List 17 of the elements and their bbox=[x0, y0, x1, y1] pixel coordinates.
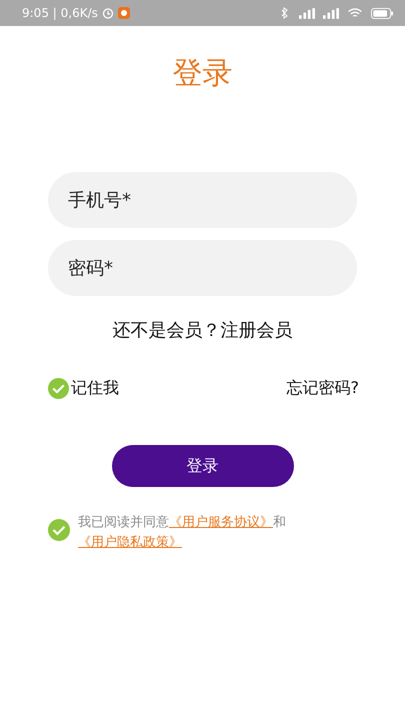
wifi-icon bbox=[347, 8, 363, 18]
signal-icon bbox=[299, 8, 315, 18]
alarm-icon bbox=[102, 7, 114, 19]
signal-icon bbox=[323, 8, 339, 18]
checkbox[interactable] bbox=[48, 519, 70, 541]
input-field[interactable]: 手机号* bbox=[48, 172, 357, 228]
login-button[interactable]: 登录 bbox=[112, 445, 294, 487]
app-icon bbox=[118, 7, 130, 19]
status-time-and-speed: 9:05 | 0,6K/s bbox=[22, 6, 98, 20]
register-link[interactable]: 还不是会员？注册会员 bbox=[0, 318, 405, 342]
agreement-text: 我已阅读并同意《用户服务协议》和 《用户隐私政策》 bbox=[78, 514, 287, 552]
input-field[interactable]: 密码* bbox=[48, 240, 357, 296]
page-title: 登录 bbox=[172, 55, 234, 93]
battery-icon bbox=[371, 8, 393, 18]
checkbox[interactable] bbox=[48, 378, 69, 399]
forgot-password-link[interactable]: 忘记密码? bbox=[286, 378, 359, 399]
remember-label: 记住我 bbox=[71, 378, 119, 399]
